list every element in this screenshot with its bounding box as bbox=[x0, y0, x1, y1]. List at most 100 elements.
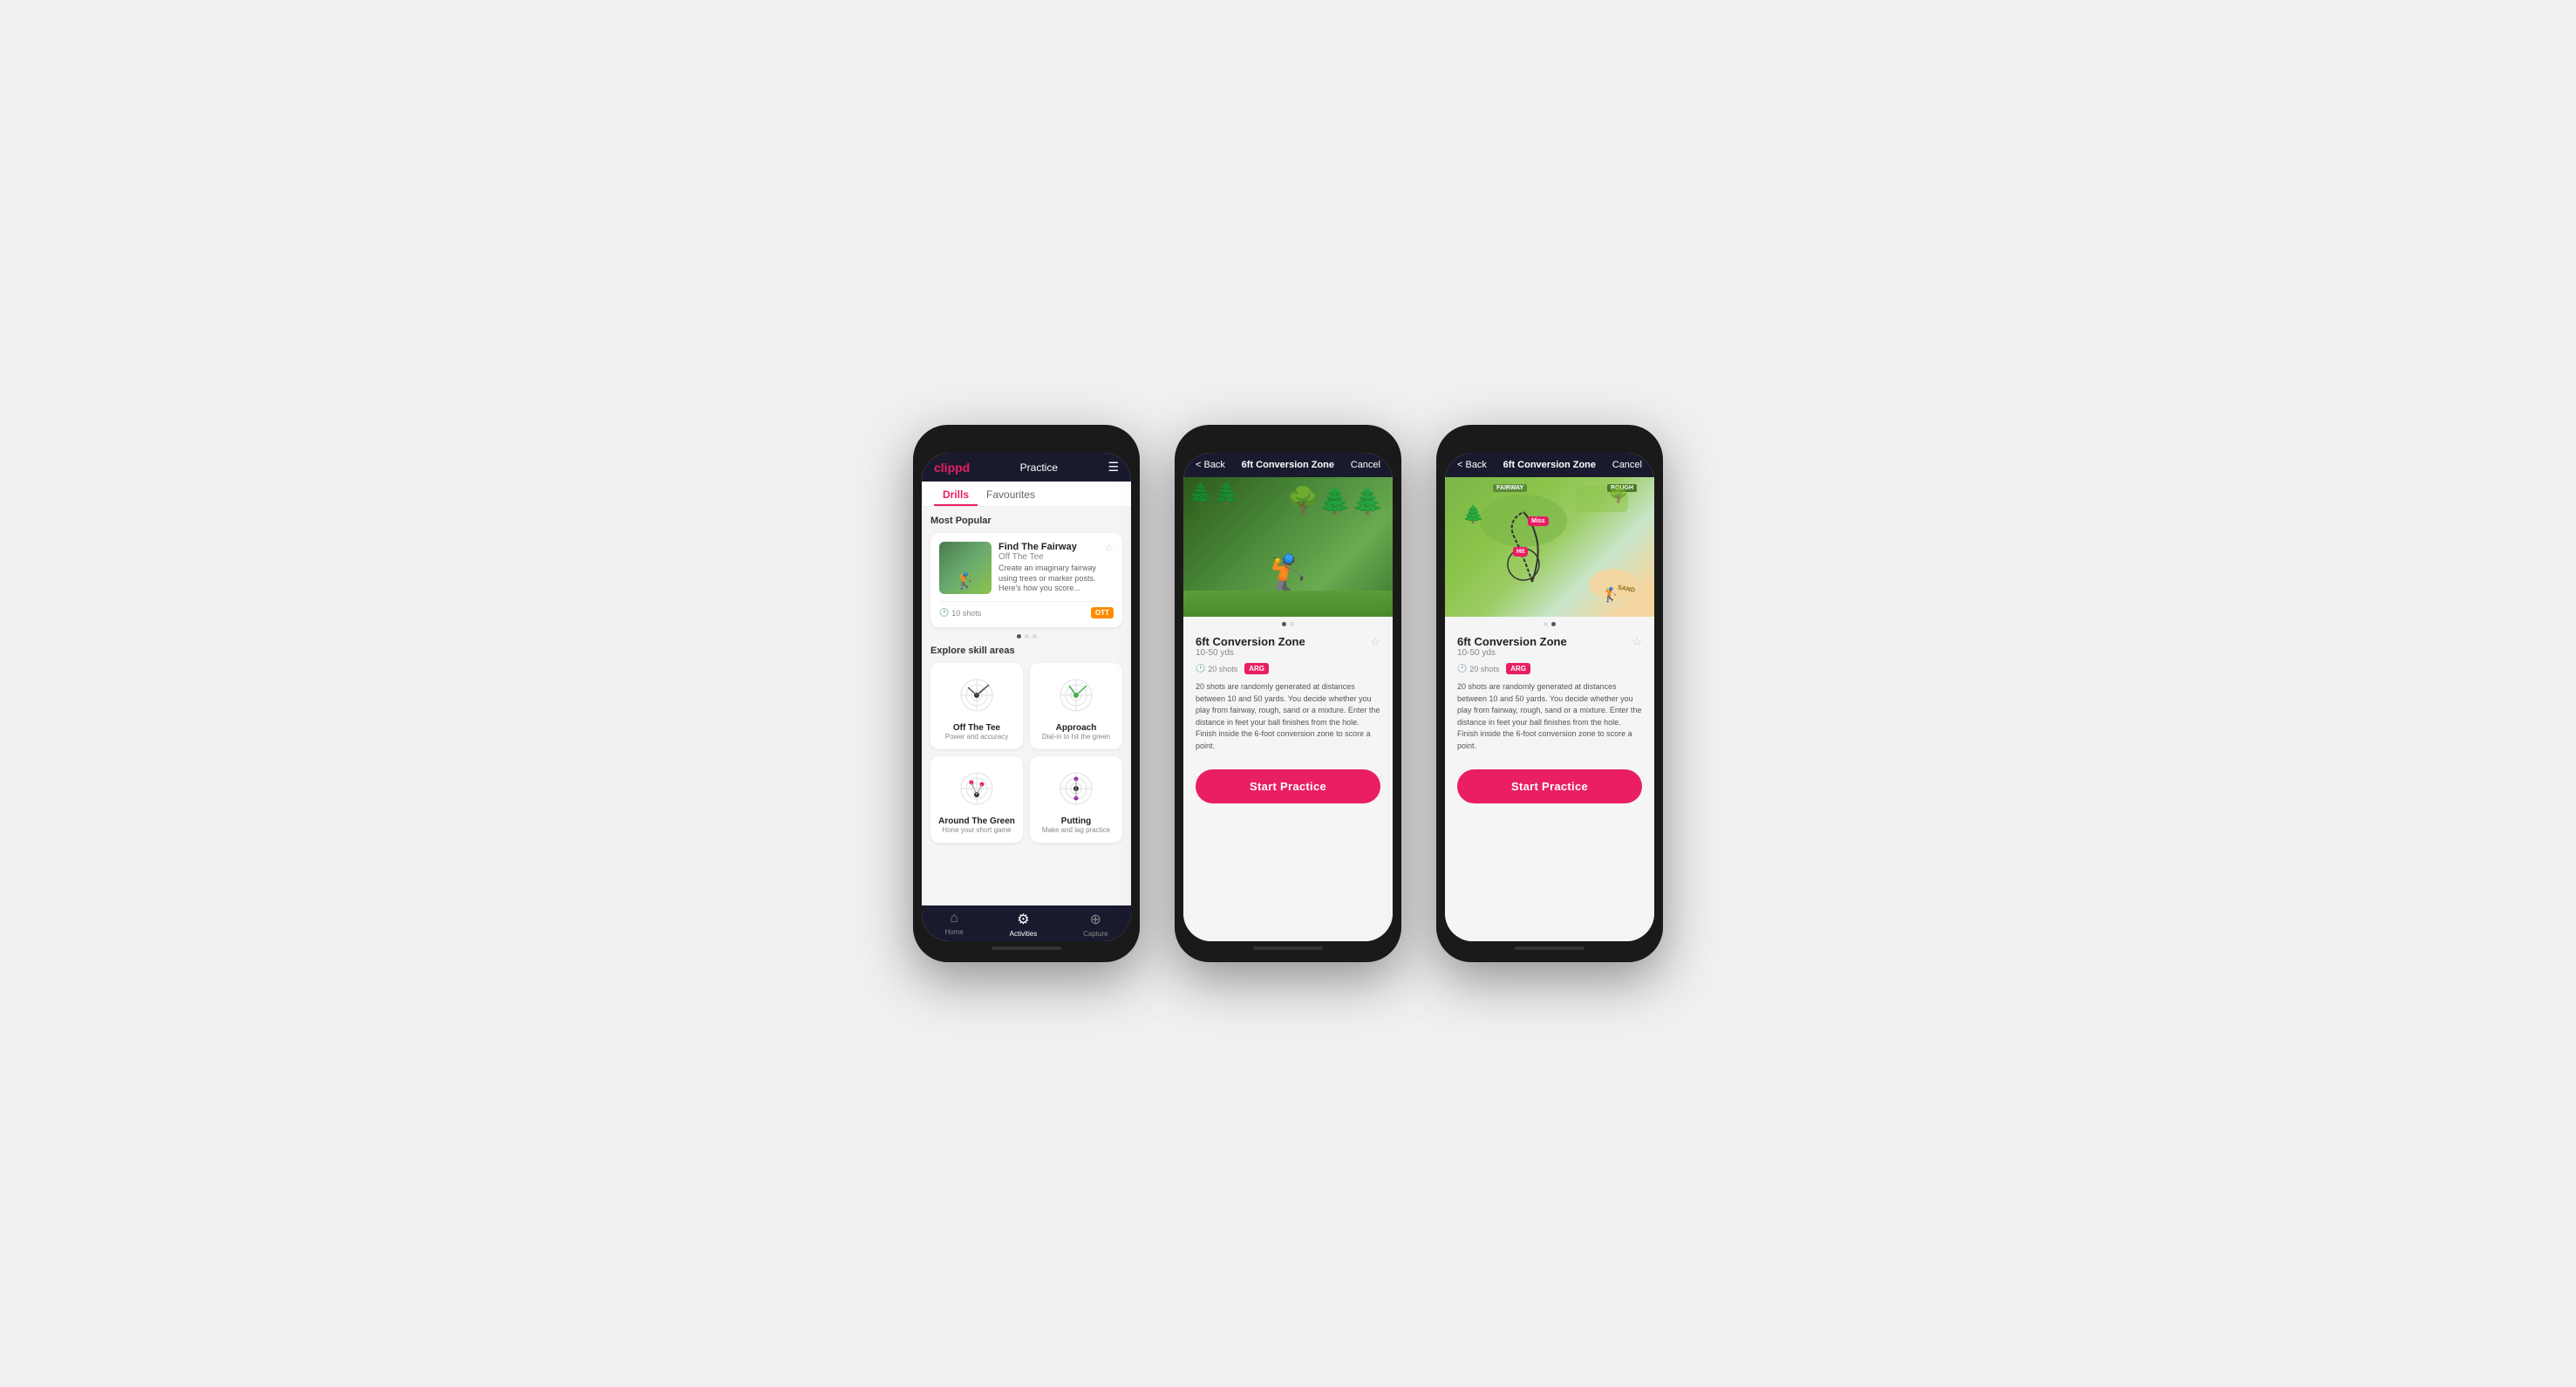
tab-drills[interactable]: Drills bbox=[934, 482, 978, 506]
phone2-content: 🌲🌲 🌳🌲🌲 🏌️ 6ft Conversion Zone bbox=[1183, 477, 1393, 941]
drill-map-image: FAIRWAY ROUGH Miss Hit SAND 🏌️ 🌲 🌳 bbox=[1445, 477, 1654, 617]
around-green-icon bbox=[951, 765, 1003, 813]
nav-activities[interactable]: ⚙ Activities bbox=[1010, 911, 1038, 938]
capture-icon: ⊕ bbox=[1090, 911, 1101, 928]
img-dot-2 bbox=[1290, 622, 1294, 626]
start-practice-button-2[interactable]: Start Practice bbox=[1196, 769, 1380, 803]
star-icon-2[interactable]: ☆ bbox=[1370, 635, 1380, 649]
clippd-logo: clippd bbox=[934, 461, 970, 475]
green-grass bbox=[1183, 591, 1393, 617]
shots-label: 🕐 10 shots bbox=[939, 608, 981, 618]
drill-yds-3: 10-50 yds bbox=[1457, 648, 1567, 658]
nav-capture-label: Capture bbox=[1083, 930, 1107, 938]
phone-1-screen: clippd Practice ☰ Drills Favourites Most… bbox=[922, 453, 1131, 941]
drill-subtitle: Off The Tee bbox=[998, 552, 1077, 562]
notch-3 bbox=[1515, 434, 1584, 453]
skill-approach[interactable]: Approach Dial-in to hit the green bbox=[1030, 663, 1122, 749]
phone-2-screen: < Back 6ft Conversion Zone Cancel 🌲🌲 🌳🌲🌲… bbox=[1183, 453, 1393, 941]
nav-home-label: Home bbox=[944, 928, 963, 936]
start-btn-wrap-2: Start Practice bbox=[1183, 761, 1393, 812]
drill-desc: Create an imaginary fairway using trees … bbox=[998, 564, 1114, 594]
star-icon-3[interactable]: ☆ bbox=[1632, 635, 1642, 649]
img-dot-1 bbox=[1282, 622, 1286, 626]
featured-drill-card[interactable]: 🏌️ Find The Fairway Off The Tee ☆ Create… bbox=[930, 533, 1122, 627]
bottom-nav: ⌂ Home ⚙ Activities ⊕ Capture bbox=[922, 905, 1131, 941]
phone2-header: < Back 6ft Conversion Zone Cancel bbox=[1183, 453, 1393, 477]
phone-2: < Back 6ft Conversion Zone Cancel 🌲🌲 🌳🌲🌲… bbox=[1175, 425, 1401, 962]
phone-3: < Back 6ft Conversion Zone Cancel bbox=[1436, 425, 1663, 962]
skill-name-approach: Approach bbox=[1037, 723, 1115, 733]
start-practice-button-3[interactable]: Start Practice bbox=[1457, 769, 1642, 803]
image-dots-3 bbox=[1445, 617, 1654, 626]
phone-1: clippd Practice ☰ Drills Favourites Most… bbox=[913, 425, 1140, 962]
drill-info: Find The Fairway Off The Tee ☆ Create an… bbox=[998, 542, 1114, 594]
approach-icon bbox=[1050, 672, 1102, 720]
nav-activities-label: Activities bbox=[1010, 930, 1038, 938]
notch-1 bbox=[992, 434, 1061, 453]
carousel-dots bbox=[930, 634, 1122, 639]
shots-2: 🕐 20 shots bbox=[1196, 664, 1237, 673]
tabs-bar: Drills Favourites bbox=[922, 482, 1131, 507]
skill-name-putting: Putting bbox=[1037, 816, 1115, 826]
skill-name-ott: Off The Tee bbox=[937, 723, 1016, 733]
trees-right: 🌳🌲🌲 bbox=[1286, 486, 1384, 516]
phone1-header: clippd Practice ☰ bbox=[922, 453, 1131, 482]
ott-badge: OTT bbox=[1091, 607, 1114, 618]
explore-label: Explore skill areas bbox=[930, 646, 1122, 656]
skill-sub-ott: Power and accuracy bbox=[937, 733, 1016, 741]
image-dots-2 bbox=[1183, 617, 1393, 626]
skill-putting[interactable]: Putting Make and lag practice bbox=[1030, 756, 1122, 843]
off-the-tee-icon bbox=[951, 672, 1003, 720]
phone3-header: < Back 6ft Conversion Zone Cancel bbox=[1445, 453, 1654, 477]
tab-favourites[interactable]: Favourites bbox=[978, 482, 1044, 506]
most-popular-label: Most Popular bbox=[930, 516, 1122, 526]
shots-3: 🕐 20 shots bbox=[1457, 664, 1499, 673]
fairway-label: FAIRWAY bbox=[1493, 484, 1527, 492]
dot-2 bbox=[1025, 634, 1029, 639]
home-bar-1 bbox=[992, 946, 1061, 950]
nav-home[interactable]: ⌂ Home bbox=[944, 911, 963, 938]
arg-badge-3: ARG bbox=[1506, 663, 1530, 674]
back-button-2[interactable]: < Back bbox=[1196, 460, 1225, 470]
phone3-content: FAIRWAY ROUGH Miss Hit SAND 🏌️ 🌲 🌳 bbox=[1445, 477, 1654, 941]
clock-icon-3: 🕐 bbox=[1457, 664, 1467, 673]
dot-3 bbox=[1032, 634, 1037, 639]
drill-desc-3: 20 shots are randomly generated at dista… bbox=[1457, 681, 1642, 752]
drill-info-2: 6ft Conversion Zone 10-50 yds ☆ 🕐 20 sho… bbox=[1183, 626, 1393, 761]
drill-thumbnail: 🏌️ bbox=[939, 542, 992, 594]
drill-meta-2: 🕐 20 shots ARG bbox=[1196, 663, 1380, 674]
notch-2 bbox=[1253, 434, 1323, 453]
arg-badge-2: ARG bbox=[1244, 663, 1269, 674]
drill-title-3: 6ft Conversion Zone bbox=[1457, 635, 1567, 648]
menu-icon[interactable]: ☰ bbox=[1107, 460, 1119, 475]
drill-title: Find The Fairway bbox=[998, 542, 1077, 552]
clock-icon-2: 🕐 bbox=[1196, 664, 1205, 673]
drill-meta-3: 🕐 20 shots ARG bbox=[1457, 663, 1642, 674]
home-bar-3 bbox=[1515, 946, 1584, 950]
drill-header-3: 6ft Conversion Zone 10-50 yds ☆ bbox=[1457, 635, 1642, 661]
drill-info-3: 6ft Conversion Zone 10-50 yds ☆ 🕐 20 sho… bbox=[1445, 626, 1654, 761]
home-icon: ⌂ bbox=[950, 911, 958, 926]
map-tree-2: 🌳 bbox=[1609, 486, 1628, 504]
golfer-emoji: 🏌️ bbox=[956, 572, 975, 591]
clock-icon: 🕐 bbox=[939, 608, 949, 618]
start-btn-wrap-3: Start Practice bbox=[1445, 761, 1654, 812]
nav-capture[interactable]: ⊕ Capture bbox=[1083, 911, 1107, 938]
activities-icon: ⚙ bbox=[1017, 911, 1029, 928]
home-bar-2 bbox=[1253, 946, 1323, 950]
drill-yds-2: 10-50 yds bbox=[1196, 648, 1305, 658]
cancel-button-3[interactable]: Cancel bbox=[1612, 460, 1642, 470]
dot-1 bbox=[1017, 634, 1021, 639]
skill-sub-atg: Hone your short game bbox=[937, 826, 1016, 834]
star-icon[interactable]: ☆ bbox=[1104, 542, 1114, 554]
img-dot-3-2 bbox=[1551, 622, 1556, 626]
phone2-title: 6ft Conversion Zone bbox=[1242, 460, 1334, 470]
map-tree-1: 🌲 bbox=[1462, 503, 1484, 525]
cancel-button-2[interactable]: Cancel bbox=[1351, 460, 1380, 470]
skill-sub-putting: Make and lag practice bbox=[1037, 826, 1115, 834]
back-button-3[interactable]: < Back bbox=[1457, 460, 1487, 470]
skill-name-atg: Around The Green bbox=[937, 816, 1016, 826]
skill-grid: Off The Tee Power and accuracy bbox=[930, 663, 1122, 843]
skill-around-the-green[interactable]: Around The Green Hone your short game bbox=[930, 756, 1023, 843]
skill-off-the-tee[interactable]: Off The Tee Power and accuracy bbox=[930, 663, 1023, 749]
